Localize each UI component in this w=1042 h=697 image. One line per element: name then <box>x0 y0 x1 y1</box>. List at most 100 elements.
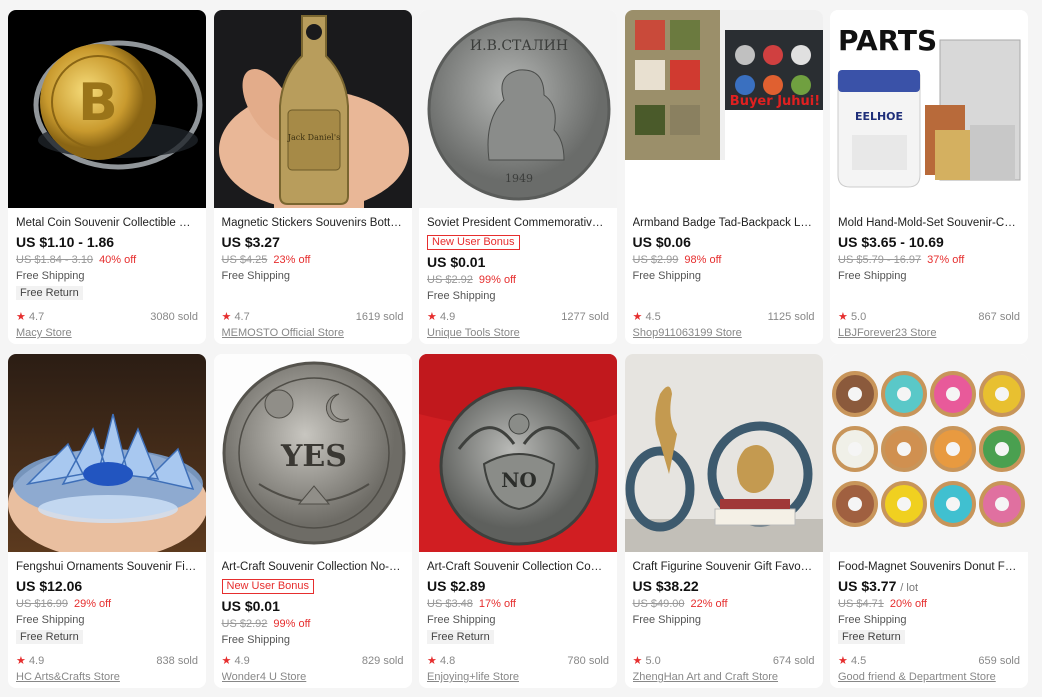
star-icon: ★ <box>427 311 437 323</box>
badge-wrap: New User Bonus <box>427 230 609 250</box>
product-card[interactable]: YES Art-Craft Souvenir Collection No-C..… <box>213 354 412 688</box>
original-price-line: US $2.92 99% off <box>222 617 404 631</box>
store-link[interactable]: LBJForever23 Store <box>838 326 1020 340</box>
shipping-label: Free Shipping <box>632 614 702 626</box>
product-title[interactable]: Mold Hand-Mold-Set Souvenir-Cas... <box>838 216 1020 230</box>
shipping-label: Free Shipping <box>632 270 702 282</box>
free-return-tag: Free Return <box>16 630 83 644</box>
store-link[interactable]: MEMOSTO Official Store <box>222 326 404 340</box>
card-footer: ★ 4.7 3080 sold Macy Store <box>16 310 198 340</box>
card-footer: ★ 4.7 1619 sold MEMOSTO Official Store <box>222 310 404 340</box>
product-card[interactable]: Craft Figurine Souvenir Gift Favour... U… <box>624 354 823 688</box>
product-title[interactable]: Art-Craft Souvenir Collection Com... <box>427 560 609 574</box>
svg-text:YES: YES <box>280 439 347 474</box>
product-card[interactable]: B Metal Coin Souvenir Collectible Co... … <box>8 10 206 344</box>
svg-text:И.В.СТАЛИН: И.В.СТАЛИН <box>470 38 568 54</box>
product-price: US $12.06 <box>16 578 198 597</box>
rating-value: 4.9 <box>28 655 45 667</box>
product-image[interactable]: Buyer Juhui! <box>624 10 823 208</box>
product-image[interactable] <box>624 354 823 552</box>
product-title[interactable]: Magnetic Stickers Souvenirs Bottle... <box>222 216 404 230</box>
rating-row: ★ 4.9 829 sold <box>222 654 404 668</box>
product-title[interactable]: Art-Craft Souvenir Collection No-C... <box>222 560 404 574</box>
rating: ★ 4.7 <box>16 310 44 324</box>
card-footer: ★ 4.9 829 sold Wonder4 U Store <box>222 654 404 684</box>
rating-row: ★ 5.0 674 sold <box>633 654 815 668</box>
discount-label: 99% off <box>273 618 311 630</box>
product-card[interactable]: Fengshui Ornaments Souvenir Fig... US $1… <box>8 354 206 688</box>
product-card[interactable]: Food-Magnet Souvenirs Donut Fri... US $3… <box>830 354 1028 688</box>
bitcoin-coin-image: B <box>8 10 206 208</box>
free-return-tag: Free Return <box>838 630 905 644</box>
crystal-lotus-image <box>8 354 206 552</box>
product-card[interactable]: Jack Daniel's Magnetic Stickers Souvenir… <box>213 10 412 344</box>
product-title[interactable]: Metal Coin Souvenir Collectible Co... <box>16 216 198 230</box>
product-card[interactable]: NO Art-Craft Souvenir Collection Com... … <box>419 354 617 688</box>
product-image[interactable]: YES <box>213 354 412 552</box>
original-price: US $16.99 <box>16 598 68 610</box>
product-price: US $0.01 <box>222 598 404 617</box>
store-link[interactable]: Macy Store <box>16 326 198 340</box>
product-title[interactable]: Craft Figurine Souvenir Gift Favour... <box>633 560 815 574</box>
product-card[interactable]: Buyer Juhui! Armband Badge Tad-Backpack … <box>624 10 823 344</box>
store-link[interactable]: Enjoying+life Store <box>427 670 609 684</box>
svg-text:PARTS: PARTS <box>838 24 937 57</box>
rating-value: 5.0 <box>645 655 661 667</box>
rating-value: 4.9 <box>439 311 456 323</box>
price-value: US $38.22 <box>632 578 699 594</box>
rating-row: ★ 4.5 1125 sold <box>633 310 815 324</box>
store-link[interactable]: Good friend & Department Store <box>838 670 1020 684</box>
original-price: US $1.84 - 3.10 <box>16 254 94 266</box>
product-image[interactable]: Jack Daniel's <box>213 10 412 208</box>
svg-text:Jack Daniel's: Jack Daniel's <box>286 133 339 142</box>
original-price: US $2.92 <box>221 618 268 630</box>
original-price-line: US $16.99 29% off <box>16 597 198 611</box>
store-link[interactable]: ZhengHan Art and Craft Store <box>633 670 815 684</box>
rating: ★ 4.9 <box>427 310 455 324</box>
new-user-badge: New User Bonus <box>221 579 315 594</box>
product-title[interactable]: Soviet President Commemorative ... <box>427 216 609 230</box>
rating: ★ 4.7 <box>222 310 250 324</box>
figurine-image <box>624 354 823 552</box>
product-image[interactable]: B <box>8 10 206 208</box>
rating: ★ 4.9 <box>16 654 44 668</box>
sold-count: 1277 sold <box>561 311 609 323</box>
store-link[interactable]: Wonder4 U Store <box>222 670 404 684</box>
sold-count: 674 sold <box>772 655 815 667</box>
rating-row: ★ 4.9 838 sold <box>16 654 198 668</box>
store-link[interactable]: Unique Tools Store <box>427 326 609 340</box>
rating-row: ★ 5.0 867 sold <box>838 310 1020 324</box>
card-footer: ★ 4.8 780 sold Enjoying+life Store <box>427 654 609 684</box>
store-link[interactable]: HC Arts&Crafts Store <box>16 670 198 684</box>
card-footer: ★ 4.9 1277 sold Unique Tools Store <box>427 310 609 340</box>
product-title[interactable]: Armband Badge Tad-Backpack Log... <box>633 216 815 230</box>
product-image[interactable]: И.В.СТАЛИН 1949 <box>419 10 617 208</box>
product-price: US $0.06 <box>633 234 815 253</box>
product-info: Mold Hand-Mold-Set Souvenir-Cas... US $3… <box>830 208 1028 344</box>
card-footer: ★ 5.0 674 sold ZhengHan Art and Craft St… <box>633 654 815 684</box>
product-info: Craft Figurine Souvenir Gift Favour... U… <box>625 552 823 688</box>
card-footer: ★ 4.9 838 sold HC Arts&Crafts Store <box>16 654 198 684</box>
donuts-image <box>830 354 1028 552</box>
product-image[interactable] <box>8 354 206 552</box>
product-card[interactable]: И.В.СТАЛИН 1949 Soviet President Commemor… <box>419 10 617 344</box>
product-card[interactable]: PARTS EELHOE Mold Hand-Mold-Set Souvenir-… <box>830 10 1028 344</box>
store-link[interactable]: Shop911063199 Store <box>633 326 815 340</box>
bottle-opener-image: Jack Daniel's <box>213 10 412 208</box>
star-icon: ★ <box>838 655 848 667</box>
rating-row: ★ 4.7 3080 sold <box>16 310 198 324</box>
shipping-label: Free Shipping <box>427 614 496 626</box>
svg-text:NO: NO <box>501 468 537 492</box>
discount-label: 29% off <box>73 598 112 610</box>
product-image[interactable] <box>830 354 1028 552</box>
original-price-line: US $49.00 22% off <box>633 597 815 611</box>
price-value: US $12.06 <box>16 578 83 594</box>
product-image[interactable]: NO <box>419 354 617 552</box>
product-price: US $3.65 - 10.69 <box>838 234 1020 253</box>
product-title[interactable]: Fengshui Ornaments Souvenir Fig... <box>16 560 198 574</box>
product-image[interactable]: PARTS EELHOE <box>830 10 1028 208</box>
original-price-line: US $1.84 - 3.10 40% off <box>16 253 198 267</box>
product-title[interactable]: Food-Magnet Souvenirs Donut Fri... <box>838 560 1020 574</box>
original-price: US $2.99 <box>632 254 679 266</box>
discount-label: 20% off <box>889 598 927 610</box>
